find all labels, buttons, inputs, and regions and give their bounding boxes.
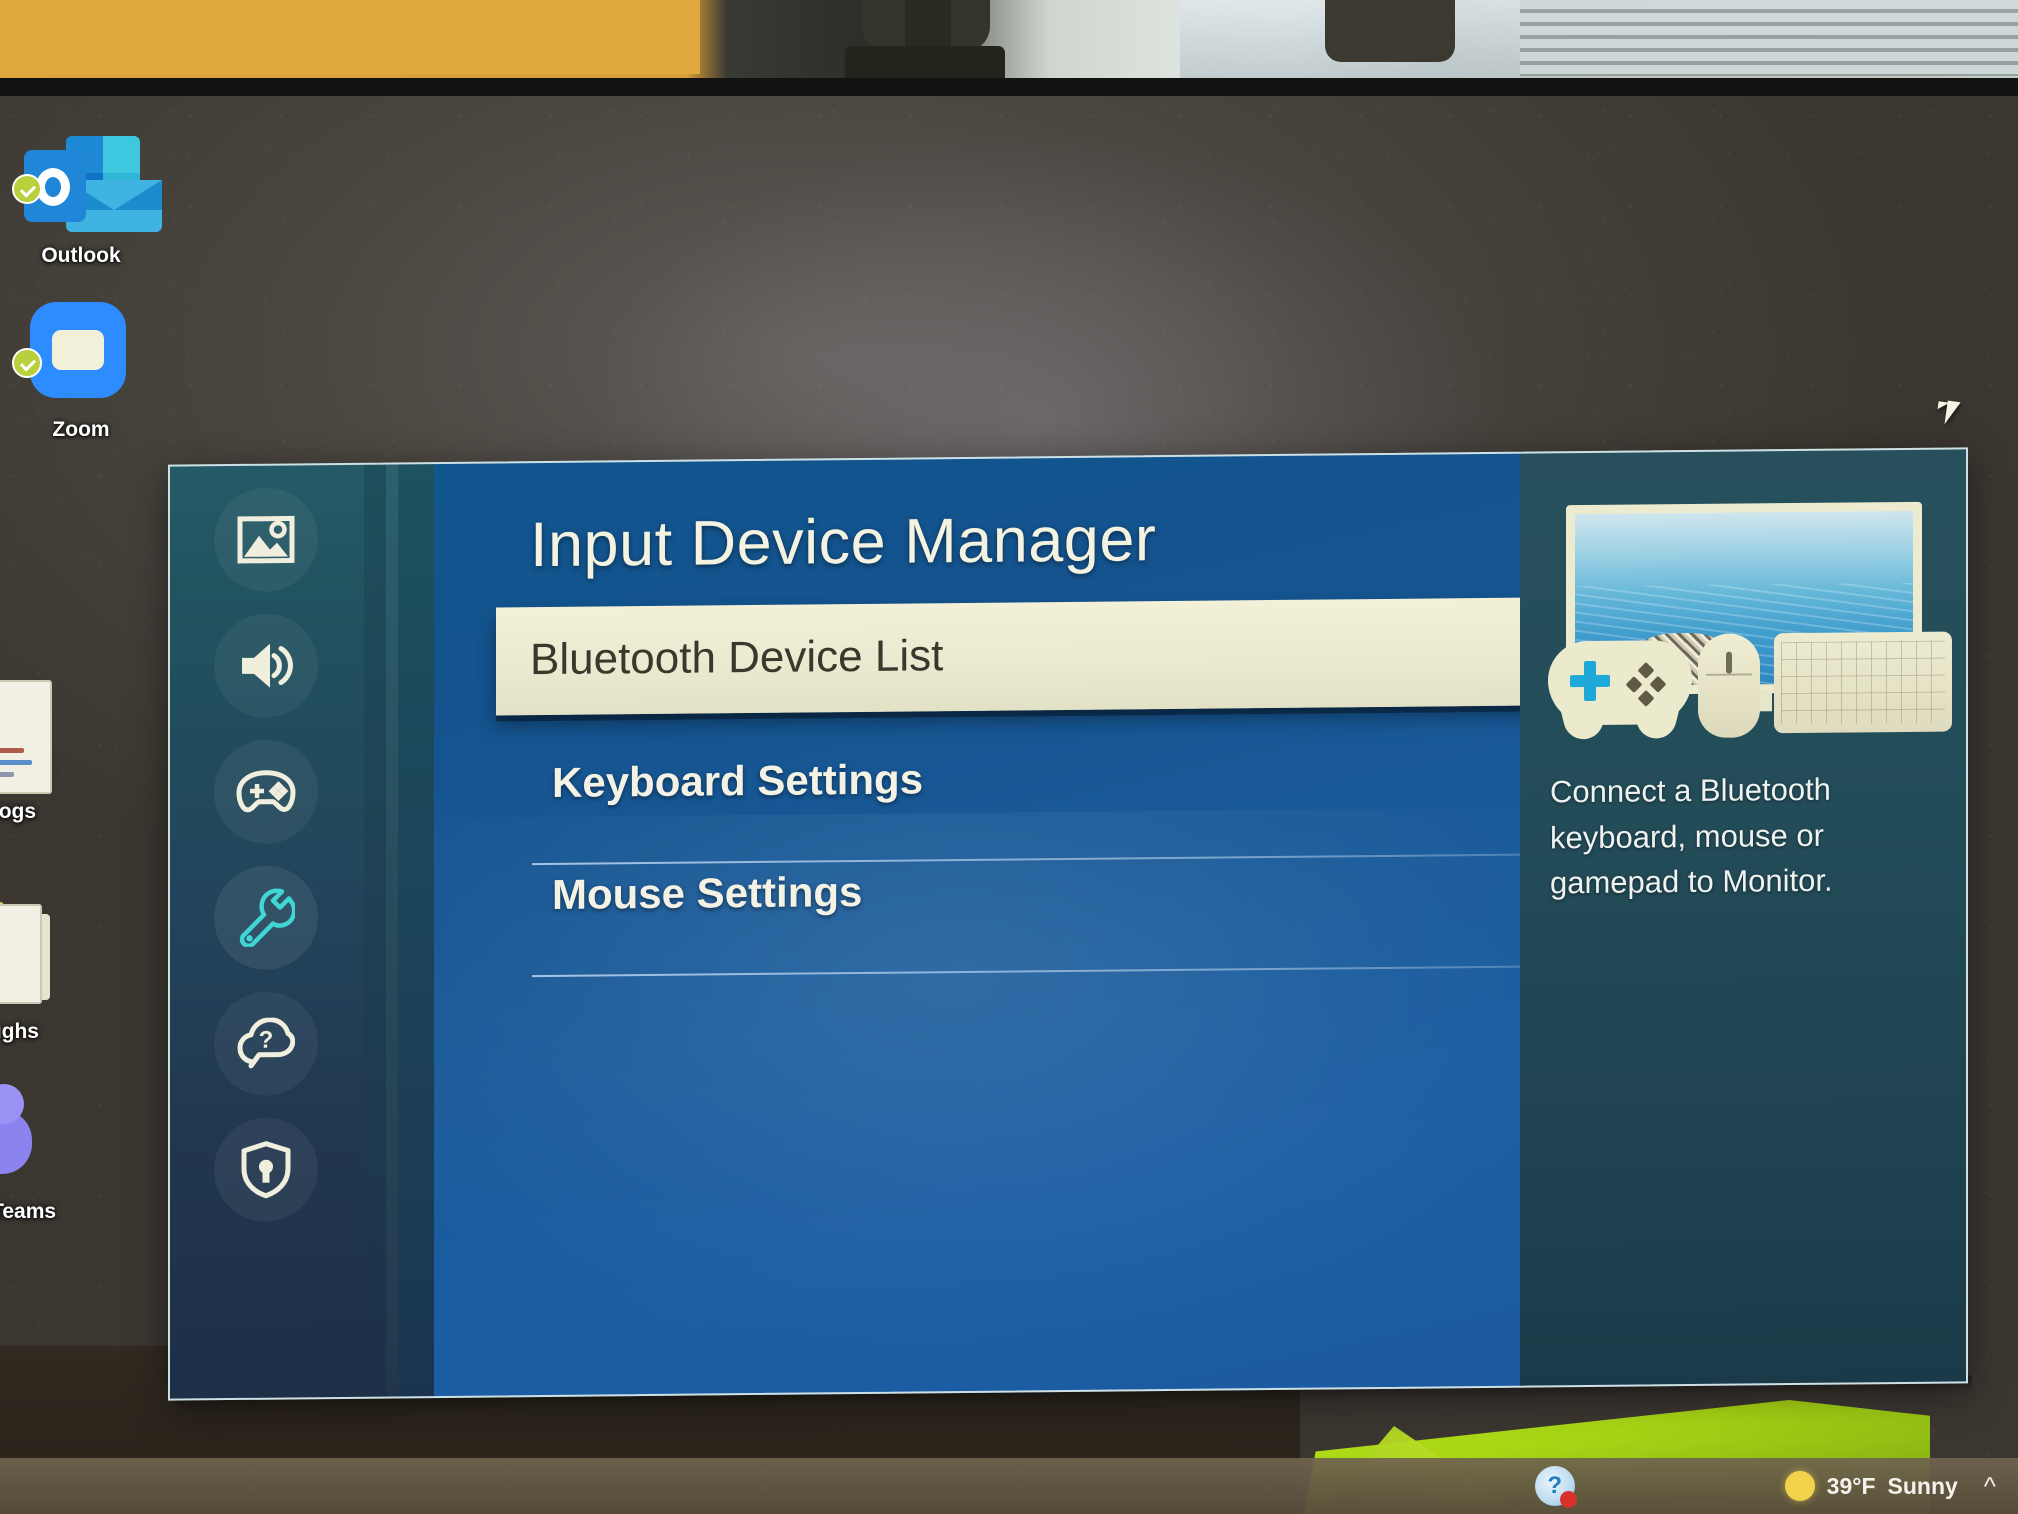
gamepad-illustration-icon	[1548, 640, 1692, 726]
webcam-lens-housing	[1325, 0, 1455, 62]
osd-input-device-manager: ? Input Device Manager Bluetooth Device	[168, 447, 1968, 1401]
sidebar-item-support[interactable]: ?	[214, 991, 318, 1097]
desktop-icon-label: Outlook	[41, 244, 121, 267]
notification-badge	[1559, 1491, 1577, 1508]
menu-item-mouse-settings[interactable]: Mouse Settings	[530, 855, 1520, 978]
dpad-vertical	[1584, 660, 1596, 702]
onedrive-sync-badge-icon	[12, 174, 42, 204]
desktop-icon-walkthroughs[interactable]: hroughs	[0, 896, 72, 1044]
desktop-icon-label: Logs	[0, 800, 37, 823]
onedrive-sync-badge-icon	[12, 348, 42, 378]
sidebar-item-general[interactable]	[214, 865, 318, 971]
shield-lock-icon	[241, 1141, 291, 1199]
mouse-illustration-icon	[1698, 633, 1760, 738]
microsoft-teams-icon	[0, 1082, 46, 1178]
osd-rail-items: ?	[168, 487, 364, 1223]
screenshot-scene: Outlook Zoom Logs	[0, 0, 2018, 1514]
sidebar-item-security[interactable]	[214, 1117, 318, 1223]
desktop-icon-label: hroughs	[0, 1020, 39, 1043]
face-button-right	[1649, 675, 1667, 693]
sun-icon	[1784, 1471, 1815, 1501]
support-icon: ?	[237, 1017, 295, 1069]
desktop-icon-label: osoft Teams	[0, 1200, 57, 1223]
face-button-top	[1637, 661, 1655, 679]
window-blinds	[1520, 0, 2018, 76]
menu-item-label: Mouse Settings	[552, 867, 863, 918]
keyboard-keys	[1781, 640, 1945, 725]
monitor-screen: Outlook Zoom Logs	[0, 96, 2018, 1514]
info-panel-description: Connect a Bluetooth keyboard, mouse or g…	[1550, 771, 1833, 901]
picture-icon	[237, 515, 295, 564]
mouse-wheel	[1726, 651, 1732, 674]
sidebar-item-sound[interactable]	[214, 613, 318, 719]
mouse-cursor	[1937, 401, 1950, 411]
help-circle-icon[interactable]: ?	[1534, 1466, 1577, 1508]
osd-info-panel: Connect a Bluetooth keyboard, mouse or g…	[1520, 447, 1968, 1388]
bluetooth-devices-illustration	[1548, 501, 1952, 738]
wrench-icon	[239, 888, 295, 947]
taskbar-weather-widget[interactable]: 39°F Sunny	[1784, 1471, 1958, 1501]
osd-main-panel: Input Device Manager Bluetooth Device Li…	[434, 451, 1520, 1399]
chevron-up-icon[interactable]: ^	[1984, 1471, 1996, 1502]
desktop-icon-microsoft-teams[interactable]: osoft Teams	[0, 1076, 70, 1224]
desktop-icon-zoom[interactable]: Zoom	[6, 294, 156, 442]
menu-item-keyboard-settings[interactable]: Keyboard Settings	[530, 743, 1520, 866]
rail-divider-3	[398, 462, 434, 1399]
zoom-icon	[30, 302, 126, 398]
sidebar-item-game[interactable]	[214, 739, 318, 845]
weather-condition: Sunny	[1887, 1472, 1958, 1499]
svg-text:?: ?	[259, 1027, 274, 1054]
desktop-icon-label: Zoom	[52, 418, 110, 441]
weather-temperature: 39°F	[1826, 1472, 1876, 1499]
face-button-bottom	[1637, 689, 1655, 707]
gamepad-icon	[236, 770, 296, 813]
keyboard-illustration-icon	[1774, 631, 1952, 734]
desktop-icon-outlook[interactable]: Outlook	[6, 120, 162, 268]
windows-taskbar: ? 39°F Sunny ^	[0, 1458, 2018, 1514]
rail-divider-1	[364, 462, 386, 1399]
rail-divider-2	[386, 462, 398, 1399]
menu-item-bluetooth-device-list[interactable]: Bluetooth Device List	[496, 596, 1520, 716]
menu-item-label: Bluetooth Device List	[530, 631, 944, 685]
sidebar-item-picture[interactable]	[214, 487, 318, 593]
mouse-split-line	[1706, 673, 1752, 676]
help-glyph: ?	[1547, 1472, 1562, 1499]
menu-item-label: Keyboard Settings	[552, 755, 924, 806]
face-button-left	[1625, 676, 1643, 694]
document-icon	[0, 680, 52, 794]
ceiling-panel	[0, 0, 700, 74]
sound-icon	[242, 643, 293, 688]
document-icon	[0, 904, 42, 1004]
page-title: Input Device Manager	[530, 504, 1157, 581]
desktop-icon-logs[interactable]: Logs	[0, 676, 86, 824]
